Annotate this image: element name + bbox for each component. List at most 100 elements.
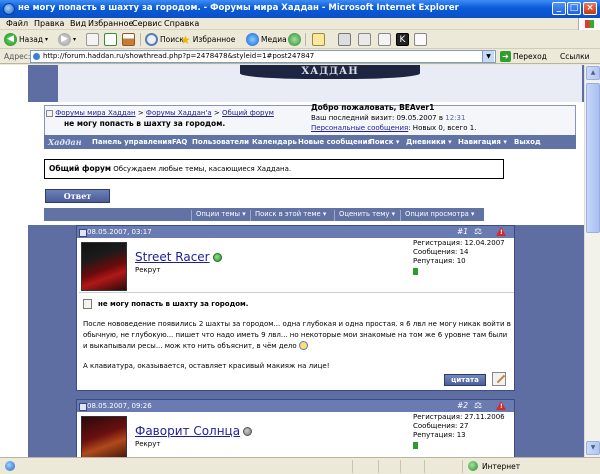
back-label: Назад	[19, 35, 44, 44]
window-titlebar[interactable]: не могу попасть в шахту за городом. - Фо…	[0, 0, 600, 18]
edit-post-icon[interactable]	[492, 372, 506, 386]
rate-thread-menu[interactable]: Оценить тему ▾	[334, 210, 395, 221]
page-viewport: ХАДДАН Форумы мира Хаддан > Форумы Хадда…	[0, 65, 584, 457]
nav-diaries[interactable]: Дневники ▾	[406, 138, 452, 146]
favorites-button[interactable]: ★ Избранное	[180, 32, 235, 47]
close-button[interactable]: ×	[583, 2, 597, 15]
nav-navigation[interactable]: Навигация ▾	[458, 138, 507, 146]
post-date: 08.05.2007, 09:26	[77, 400, 514, 412]
breadcrumb-link-general[interactable]: Общий форум	[222, 109, 274, 117]
security-zone: Интернет	[468, 461, 520, 471]
post-2: 08.05.2007, 09:26 #2 ⚖ ! Фаворит Солнца …	[76, 399, 515, 457]
post-signature: А клавиатура, оказывается, оставляет кра…	[83, 362, 330, 370]
vertical-scrollbar[interactable]: ▲ ▼	[584, 65, 600, 457]
reputation-bar	[413, 442, 418, 449]
breadcrumb-link-forums[interactable]: Форумы Хаддан'а	[146, 109, 212, 117]
quote-button[interactable]: цитата	[444, 374, 486, 386]
user-rank: Рекрут	[135, 266, 161, 274]
thread-tools-bar: Опции темы ▾ Поиск в этой теме ▾ Оценить…	[44, 208, 484, 221]
forum-name: Общий форум	[49, 164, 112, 173]
search-button[interactable]: Поиск	[145, 32, 184, 47]
back-button[interactable]: ◀ Назад ▾	[4, 32, 48, 47]
windows-flag-icon	[578, 18, 600, 30]
join-date: Регистрация: 27.11.2006	[413, 413, 505, 421]
breadcrumb-link-home[interactable]: Форумы мира Хаддан	[55, 109, 135, 117]
media-label: Медиа	[261, 35, 287, 44]
scroll-thumb[interactable]	[586, 83, 600, 233]
last-visit-label: Ваш последний визит: 09.05.2007 в	[311, 114, 443, 122]
forward-arrow-icon: ▶	[58, 33, 71, 46]
toolbar: ◀ Назад ▾ ▶ ▾ Поиск ★ Избранное Медиа K	[0, 30, 600, 49]
post-number-link[interactable]: #1	[457, 226, 468, 238]
post-count: Сообщения: 14	[413, 248, 469, 256]
history-icon[interactable]	[288, 33, 301, 46]
nav-members[interactable]: Пользователи	[192, 138, 249, 146]
media-icon	[246, 33, 259, 46]
nav-control-panel[interactable]: Панель управления	[92, 138, 172, 146]
user-rank: Рекрут	[135, 440, 161, 448]
main-navigation: Хаддан Панель управления FAQ Пользовател…	[44, 135, 576, 149]
address-dropdown-icon[interactable]: ▼	[482, 51, 494, 62]
reputation: Репутация: 10	[413, 257, 466, 265]
username-link[interactable]: Фаворит Солнца	[135, 424, 253, 438]
messenger-icon[interactable]	[414, 33, 427, 46]
report-post-icon[interactable]: !	[496, 227, 506, 236]
private-messages-link[interactable]: Персональные сообщения	[311, 124, 408, 132]
stop-icon[interactable]	[86, 33, 99, 46]
reputation-bar	[413, 268, 418, 275]
reputation-scales-icon[interactable]: ⚖	[474, 401, 482, 411]
breadcrumb: Форумы мира Хаддан > Форумы Хаддан'а > О…	[46, 109, 274, 117]
go-button[interactable]: ➔ Переход	[500, 51, 547, 62]
avatar	[81, 242, 127, 291]
address-input[interactable]: http://forum.haddan.ru/showthread.php?p=…	[30, 50, 496, 63]
nav-search[interactable]: Поиск ▾	[369, 138, 399, 146]
mail-icon[interactable]	[312, 33, 325, 46]
nav-faq[interactable]: FAQ	[172, 138, 187, 146]
home-icon[interactable]	[122, 33, 135, 46]
search-thread-menu[interactable]: Поиск в этой теме ▾	[250, 210, 326, 221]
internet-zone-icon	[468, 461, 478, 471]
menu-favorites[interactable]: Избранное	[88, 19, 133, 28]
online-status-icon	[212, 253, 222, 262]
reply-button[interactable]: Ответ	[45, 189, 110, 203]
forward-button[interactable]: ▶ ▾	[58, 32, 76, 47]
post-date: 08.05.2007, 03:17	[77, 226, 514, 238]
thread-options-menu[interactable]: Опции темы ▾	[191, 210, 246, 221]
menu-view[interactable]: Вид	[70, 19, 86, 28]
reputation: Репутация: 13	[413, 431, 466, 439]
back-arrow-icon: ◀	[4, 33, 17, 46]
scroll-down-icon[interactable]: ▼	[586, 441, 600, 455]
menu-tools[interactable]: Сервис	[132, 19, 162, 28]
menu-edit[interactable]: Правка	[34, 19, 64, 28]
go-arrow-icon: ➔	[500, 51, 511, 62]
search-icon	[145, 33, 158, 46]
address-label: Адрес:	[4, 52, 31, 61]
print-icon[interactable]	[338, 33, 351, 46]
post-text: После нововедение появились 2 шахты за г…	[83, 320, 511, 350]
user-stats: Регистрация: 27.11.2006 Сообщения: 27 Ре…	[413, 413, 505, 449]
menu-file[interactable]: Файл	[6, 19, 28, 28]
menu-help[interactable]: Справка	[164, 19, 199, 28]
links-button[interactable]: Ссылки	[560, 52, 589, 61]
address-bar: Адрес: http://forum.haddan.ru/showthread…	[0, 49, 600, 64]
nav-logo[interactable]: Хаддан	[48, 137, 82, 147]
forum-logo[interactable]: ХАДДАН	[240, 65, 420, 79]
scroll-up-icon[interactable]: ▲	[586, 66, 600, 80]
plugin-k-icon[interactable]: K	[396, 33, 409, 46]
report-post-icon[interactable]: !	[496, 401, 506, 410]
nav-logout[interactable]: Выход	[514, 138, 541, 146]
discuss-icon[interactable]	[378, 33, 391, 46]
minimize-button[interactable]: _	[552, 2, 566, 15]
refresh-icon[interactable]	[104, 33, 117, 46]
reputation-scales-icon[interactable]: ⚖	[474, 227, 482, 237]
nav-new-posts[interactable]: Новые сообщения	[298, 138, 372, 146]
display-options-menu[interactable]: Опции просмотра ▾	[400, 210, 474, 221]
nav-calendar[interactable]: Календарь	[252, 138, 297, 146]
media-button[interactable]: Медиа	[246, 32, 287, 47]
welcome-text: Добро пожаловать, BEAver1	[311, 103, 435, 112]
forum-home-icon	[46, 109, 53, 117]
edit-page-icon[interactable]	[358, 33, 371, 46]
username-link[interactable]: Street Racer	[135, 250, 222, 264]
post-number-link[interactable]: #2	[457, 400, 468, 412]
maximize-button[interactable]: □	[567, 2, 581, 15]
